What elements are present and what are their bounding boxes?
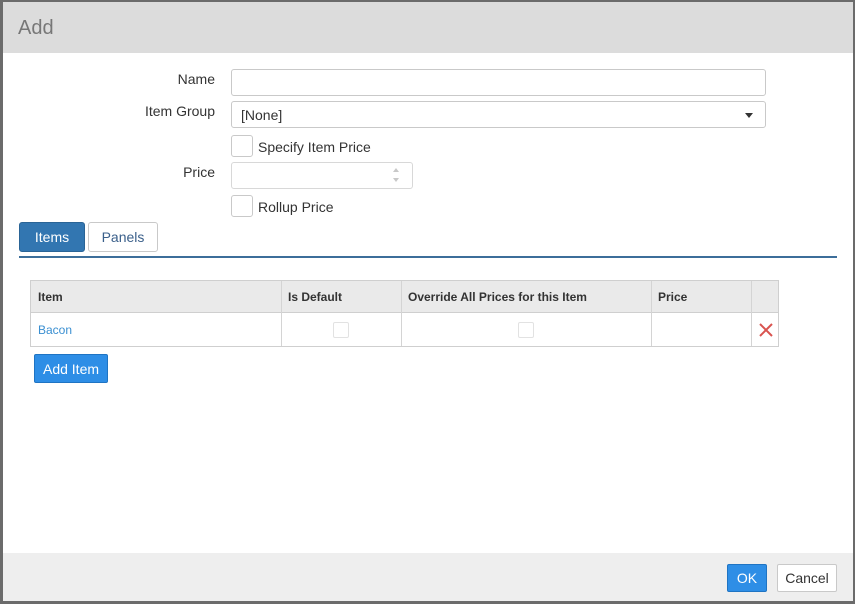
specify-item-price-checkbox[interactable] [231, 135, 253, 157]
specify-item-price-label: Specify Item Price [258, 139, 371, 155]
tab-items[interactable]: Items [19, 222, 85, 252]
dialog-title: Add [18, 17, 54, 39]
delete-icon[interactable] [758, 322, 774, 338]
grid-header: Item Is Default Override All Prices for … [31, 281, 778, 313]
price-input[interactable] [231, 162, 413, 189]
add-dialog: Add Name Item Group [None] Specify Item … [3, 2, 853, 601]
name-label: Name [177, 71, 215, 87]
items-grid: Item Is Default Override All Prices for … [30, 280, 779, 347]
item-group-select[interactable]: [None] [231, 101, 766, 128]
item-group-selected-value: [None] [241, 107, 283, 123]
chevron-down-icon [745, 113, 753, 118]
tab-panels[interactable]: Panels [88, 222, 158, 252]
add-item-button[interactable]: Add Item [34, 354, 108, 383]
column-header-is-default[interactable]: Is Default [288, 290, 342, 304]
dialog-footer: OK Cancel [3, 553, 853, 601]
rollup-price-label: Rollup Price [258, 199, 334, 215]
is-default-checkbox[interactable] [333, 322, 349, 338]
column-header-item[interactable]: Item [38, 290, 63, 304]
column-divider [281, 281, 282, 346]
column-divider [401, 281, 402, 346]
spin-up-icon[interactable] [393, 168, 399, 172]
item-group-label: Item Group [144, 103, 215, 119]
price-label: Price [183, 164, 215, 180]
rollup-price-checkbox[interactable] [231, 195, 253, 217]
item-link[interactable]: Bacon [38, 323, 72, 337]
tab-divider [19, 256, 837, 258]
override-all-prices-checkbox[interactable] [518, 322, 534, 338]
ok-button[interactable]: OK [727, 564, 767, 592]
name-input[interactable] [231, 69, 766, 96]
dialog-header: Add [3, 2, 853, 53]
column-divider [751, 281, 752, 346]
column-header-override-all-prices[interactable]: Override All Prices for this Item [408, 290, 587, 304]
column-header-price[interactable]: Price [658, 290, 687, 304]
cancel-button[interactable]: Cancel [777, 564, 837, 592]
spin-down-icon[interactable] [393, 178, 399, 182]
column-divider [651, 281, 652, 346]
